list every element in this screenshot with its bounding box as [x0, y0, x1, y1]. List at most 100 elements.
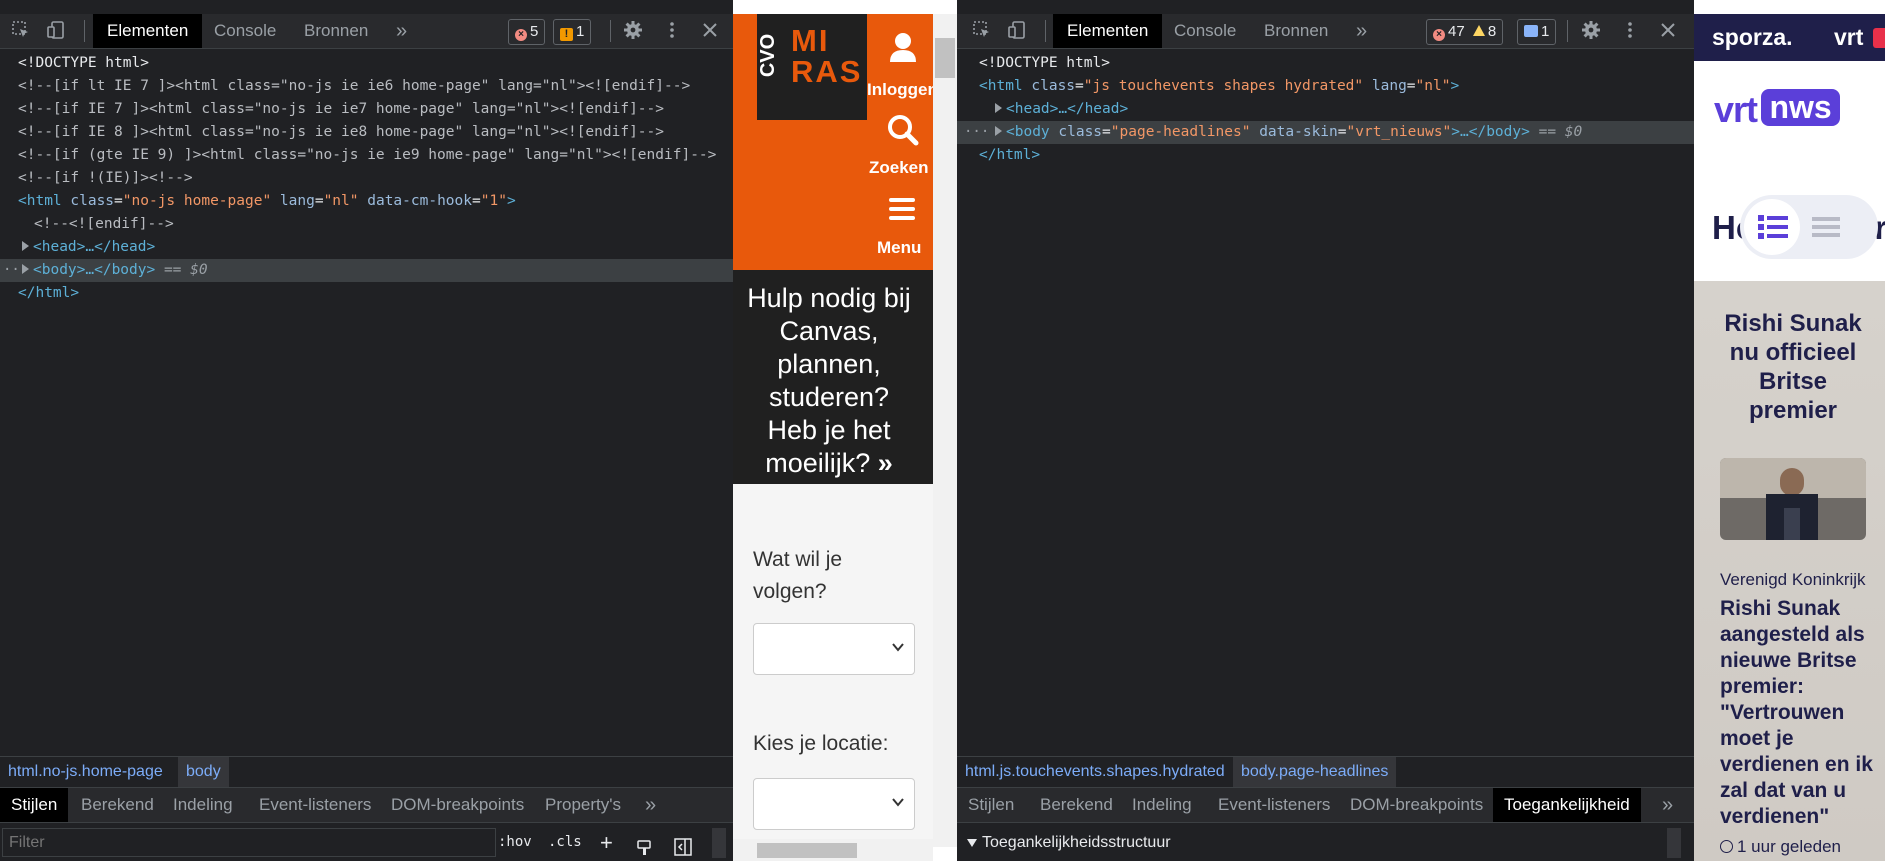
close-icon[interactable] — [699, 20, 721, 42]
dom-line[interactable]: <!--[if !(IE)]><!--> — [0, 167, 733, 190]
tab-sources[interactable]: Bronnen — [1250, 14, 1342, 48]
follow-select[interactable] — [753, 623, 915, 675]
dom-line-head[interactable]: <head>…</head> — [0, 236, 733, 259]
hov-toggle[interactable]: :hov — [498, 824, 532, 861]
more-tabs-icon[interactable]: » — [382, 14, 421, 48]
more-options-icon[interactable] — [661, 20, 683, 42]
tab-styles[interactable]: Stijlen — [0, 788, 69, 822]
breadcrumb-html[interactable]: html.js.touchevents.shapes.hydrated — [957, 757, 1233, 787]
dom-line-html[interactable]: <html class="js touchevents shapes hydra… — [957, 75, 1694, 98]
tab-accessibility[interactable]: Toegankelijkheid — [1493, 788, 1641, 822]
location-select[interactable] — [753, 778, 915, 830]
article-headline[interactable]: Rishi Sunak aangesteld als nieuwe Britse… — [1720, 596, 1880, 830]
attr-name: data-cm-hook — [367, 193, 472, 209]
scrollbar-thumb[interactable] — [757, 843, 857, 858]
tab-event-listeners[interactable]: Event-listeners — [1207, 788, 1341, 822]
dom-line-html[interactable]: <html class="no-js home-page" lang="nl" … — [0, 190, 733, 213]
more-tabs-icon[interactable]: » — [1342, 14, 1381, 48]
scrollbar-thumb[interactable] — [935, 38, 955, 78]
miras-logo[interactable]: CVO MI RAS — [757, 14, 867, 120]
tab-console[interactable]: Console — [200, 14, 290, 48]
tab-computed[interactable]: Berekend — [70, 788, 165, 822]
help-banner[interactable]: Hulp nodig bij Canvas, plannen, studeren… — [733, 270, 933, 484]
cls-toggle[interactable]: .cls — [548, 824, 582, 861]
dom-line[interactable]: </html> — [0, 282, 733, 305]
expand-triangle-icon[interactable] — [995, 126, 1002, 136]
dom-line-body-selected[interactable]: ··· <body>…</body> == $0 — [0, 259, 733, 282]
expand-triangle-icon[interactable] — [22, 241, 29, 251]
breadcrumb-html[interactable]: html.no-js.home-page — [0, 757, 171, 787]
dom-line[interactable]: <!--[if (gte IE 9) ]><html class="no-js … — [0, 144, 733, 167]
tab-elements[interactable]: Elementen — [93, 14, 203, 48]
headline-view-button[interactable] — [1744, 199, 1800, 255]
tab-styles[interactable]: Stijlen — [957, 788, 1025, 822]
ellipsis-icon[interactable]: ··· — [3, 259, 28, 282]
styles-scrollbar[interactable] — [712, 828, 726, 858]
login-button[interactable]: Inloggen — [867, 28, 933, 104]
settings-gear-icon[interactable] — [1580, 20, 1602, 42]
page-horizontal-scrollbar[interactable] — [733, 839, 933, 861]
warning-icon: ! — [560, 28, 573, 41]
dom-line[interactable]: <!--[if lt IE 7 ]><html class="no-js ie … — [0, 75, 733, 98]
tab-dom-breakpoints[interactable]: DOM-breakpoints — [380, 788, 535, 822]
page-vertical-scrollbar[interactable] — [933, 14, 957, 847]
device-toolbar-icon[interactable] — [45, 20, 67, 42]
attr-name: lang — [1371, 78, 1407, 94]
paint-brush-icon[interactable] — [636, 833, 652, 855]
tab-dom-breakpoints[interactable]: DOM-breakpoints — [1339, 788, 1494, 822]
miras-page-viewport: CVO MI RAS Inloggen Zoeken Menu Hulp nod… — [733, 14, 933, 861]
ellipsis-icon[interactable]: ··· — [964, 121, 989, 144]
dom-line[interactable]: <!DOCTYPE html> — [957, 52, 1694, 75]
tab-properties[interactable]: Property's — [534, 788, 632, 822]
time-ago: 1 uur geleden — [1737, 837, 1841, 856]
news-photo[interactable] — [1720, 458, 1866, 540]
inspect-element-icon[interactable] — [10, 20, 32, 42]
accessibility-tree-label[interactable]: Toegankelijkheidsstructuur — [982, 824, 1171, 861]
promo-title[interactable]: Rishi Sunak nu officieel Britse premier — [1718, 309, 1868, 425]
attr-value: "nl" — [1415, 78, 1451, 94]
settings-gear-icon[interactable] — [622, 20, 644, 42]
breadcrumb-body[interactable]: body.page-headlines — [1233, 757, 1397, 787]
add-rule-icon[interactable]: + — [600, 824, 613, 861]
dom-line-head[interactable]: <head>…</head> — [957, 98, 1694, 121]
expand-triangle-icon[interactable] — [995, 103, 1002, 113]
tab-elements[interactable]: Elementen — [1053, 14, 1163, 48]
dom-line[interactable]: </html> — [957, 144, 1694, 167]
vrt-nws-logo[interactable]: vrt nws — [1714, 89, 1840, 131]
pane-scrollbar[interactable] — [1667, 828, 1681, 858]
menu-button[interactable]: Menu — [867, 192, 933, 262]
tab-layout[interactable]: Indeling — [162, 788, 244, 822]
message-count: 1 — [1541, 23, 1550, 40]
attr-name: class — [70, 193, 115, 209]
device-toolbar-icon[interactable] — [1006, 20, 1028, 42]
more-tabs-icon[interactable]: » — [1651, 788, 1684, 822]
dom-line[interactable]: <!--[if IE 8 ]><html class="no-js ie ie8… — [0, 121, 733, 144]
tab-sources[interactable]: Bronnen — [290, 14, 382, 48]
breadcrumb-body[interactable]: body — [178, 757, 229, 787]
more-options-icon[interactable] — [1619, 20, 1641, 42]
dom-line[interactable]: <!--[if IE 7 ]><html class="no-js ie ie7… — [0, 98, 733, 121]
sporza-link[interactable]: sporza. — [1712, 24, 1793, 51]
dom-line[interactable]: <!DOCTYPE html> — [0, 52, 733, 75]
vrt-max-link[interactable]: vrt — [1834, 24, 1863, 51]
more-tabs-icon[interactable]: » — [634, 788, 667, 822]
dom-line[interactable]: <!--<![endif]--> — [0, 213, 733, 236]
tab-layout[interactable]: Indeling — [1121, 788, 1203, 822]
list-view-button[interactable] — [1812, 215, 1840, 239]
attr-value: "nl" — [323, 193, 359, 209]
status-badges[interactable]: × 47 8 — [1426, 19, 1504, 45]
clock-icon — [1720, 840, 1733, 853]
sidebar-toggle-icon[interactable] — [674, 833, 692, 856]
collapse-triangle-icon[interactable] — [967, 839, 977, 847]
search-button[interactable]: Zoeken — [867, 110, 933, 178]
warning-count-badge[interactable]: ! 1 — [553, 19, 592, 45]
error-count-badge[interactable]: × 5 — [508, 19, 546, 45]
inspect-element-icon[interactable] — [971, 20, 993, 42]
close-icon[interactable] — [1657, 20, 1679, 42]
tab-event-listeners[interactable]: Event-listeners — [248, 788, 382, 822]
dom-line-body-selected[interactable]: ··· <body class="page-headlines" data-ski… — [957, 121, 1694, 144]
tab-console[interactable]: Console — [1160, 14, 1250, 48]
styles-filter-input[interactable] — [2, 828, 496, 857]
tab-computed[interactable]: Berekend — [1029, 788, 1124, 822]
messages-badge[interactable]: 1 — [1517, 19, 1557, 45]
